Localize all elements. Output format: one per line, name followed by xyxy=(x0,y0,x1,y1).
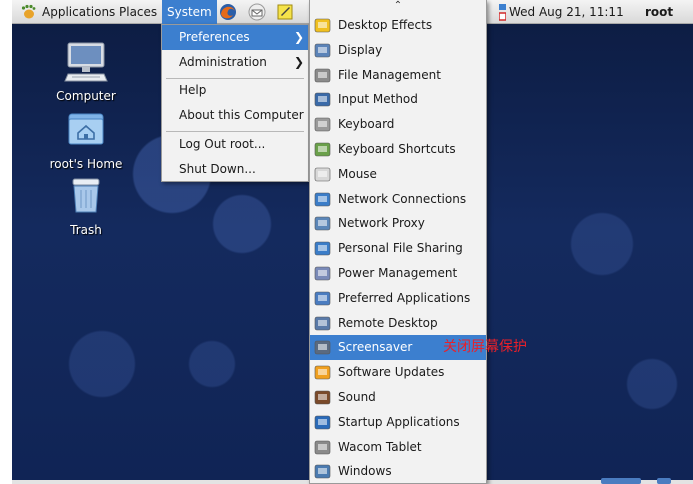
menu-item-input-method[interactable]: Input Method xyxy=(310,87,486,112)
clock[interactable]: Wed Aug 21, 11:11 xyxy=(509,0,624,24)
wacom-tablet-icon xyxy=(314,440,331,454)
menu-item-label: Remote Desktop xyxy=(338,315,438,330)
menu-item-label: Wacom Tablet xyxy=(338,439,422,454)
menu-item-mouse[interactable]: Mouse xyxy=(310,162,486,187)
firefox-icon[interactable] xyxy=(219,3,237,21)
desktop-icon-computer[interactable]: Computer xyxy=(36,40,136,103)
menu-item-shutdown[interactable]: Shut Down... xyxy=(162,157,308,182)
menu-item-about[interactable]: About this Computer xyxy=(162,103,308,128)
menu-item-label: Desktop Effects xyxy=(338,18,433,32)
menu-item-label: Power Management xyxy=(338,266,458,280)
keyboard-shortcuts-icon xyxy=(314,142,331,157)
keyboard-icon xyxy=(314,117,331,132)
home-folder-icon xyxy=(68,113,104,145)
windows-icon xyxy=(314,465,331,479)
menu-item-file-management[interactable]: File Management xyxy=(310,63,486,88)
menu-item-label: Mouse xyxy=(338,166,377,181)
system-menu[interactable]: System xyxy=(162,0,217,24)
menu-item-label: Screensaver xyxy=(338,340,413,355)
screensaver-icon xyxy=(314,341,331,355)
menu-item-label: File Management xyxy=(338,67,441,82)
network-proxy-icon xyxy=(314,217,331,231)
network-connections-icon xyxy=(314,192,331,206)
menu-item-label: Network Proxy xyxy=(338,216,425,231)
menu-item-label: Personal File Sharing xyxy=(338,241,463,256)
menu-item-startup-applications[interactable]: Startup Applications xyxy=(310,410,486,435)
places-menu[interactable]: Places xyxy=(119,0,157,24)
annotation-text: 关闭屏幕保护 xyxy=(443,339,527,355)
menu-item-label: Administration xyxy=(179,55,267,69)
applications-menu[interactable]: Applications xyxy=(42,0,115,24)
desktop-icon-label: root's Home xyxy=(49,157,123,171)
system-dropdown: Preferences ❯ Administration ❯ Help Abou… xyxy=(161,24,309,182)
menu-item-help[interactable]: Help xyxy=(162,78,308,103)
menu-item-software-updates[interactable]: Software Updates xyxy=(310,360,486,385)
menu-item-personal-file-sharing[interactable]: Personal File Sharing xyxy=(310,236,486,261)
menu-item-power-management[interactable]: Power Management xyxy=(310,261,486,286)
network-status-icon[interactable] xyxy=(499,3,506,21)
menu-item-preferences[interactable]: Preferences ❯ xyxy=(162,25,308,50)
bottom-panel-applet[interactable] xyxy=(601,478,641,484)
remote-desktop-icon xyxy=(314,316,331,330)
screen: Computer root's Home Trash Applications … xyxy=(0,0,693,484)
desktop-icon-trash[interactable]: Trash xyxy=(36,174,136,237)
menu-item-label: Sound xyxy=(338,390,376,404)
menu-item-keyboard[interactable]: Keyboard xyxy=(310,112,486,137)
menu-item-wacom-tablet[interactable]: Wacom Tablet xyxy=(310,435,486,460)
preferred-applications-icon xyxy=(314,291,331,306)
menu-item-label: Keyboard Shortcuts xyxy=(338,142,456,156)
gnome-foot-icon xyxy=(21,4,36,19)
mail-icon[interactable] xyxy=(248,3,266,21)
computer-icon xyxy=(64,42,108,82)
menu-item-label: Preferred Applications xyxy=(338,290,471,305)
input-method-icon xyxy=(314,93,331,107)
menu-item-administration[interactable]: Administration ❯ xyxy=(162,50,308,75)
desktop-icon-label: Computer xyxy=(56,89,116,103)
menu-item-network-proxy[interactable]: Network Proxy xyxy=(310,211,486,236)
sound-icon xyxy=(314,390,331,405)
menu-item-keyboard-shortcuts[interactable]: Keyboard Shortcuts xyxy=(310,137,486,162)
user-menu[interactable]: root xyxy=(645,0,673,24)
menu-item-logout[interactable]: Log Out root... xyxy=(162,132,308,157)
submenu-arrow-icon: ❯ xyxy=(293,30,304,44)
menu-item-desktop-effects[interactable]: Desktop Effects xyxy=(310,13,486,38)
menu-item-remote-desktop[interactable]: Remote Desktop xyxy=(310,311,486,336)
menu-item-sound[interactable]: Sound xyxy=(310,385,486,410)
desktop-effects-icon xyxy=(314,18,331,33)
file-management-icon xyxy=(314,68,331,82)
startup-applications-icon xyxy=(314,415,331,430)
menu-item-label: Windows xyxy=(338,464,392,479)
desktop-icon-label: Trash xyxy=(70,223,102,237)
bottom-panel-applet[interactable] xyxy=(657,478,671,484)
file-sharing-icon xyxy=(314,241,331,256)
menu-item-label: Network Connections xyxy=(338,191,467,206)
menu-item-display[interactable]: Display xyxy=(310,38,486,63)
menu-item-label: Keyboard xyxy=(338,117,395,132)
software-updates-icon xyxy=(314,365,331,380)
menu-item-label: Display xyxy=(338,42,383,57)
notes-icon[interactable] xyxy=(276,3,294,21)
menu-item-network-connections[interactable]: Network Connections xyxy=(310,187,486,212)
mouse-icon xyxy=(314,167,331,182)
power-management-icon xyxy=(314,266,331,281)
desktop-icon-home[interactable]: root's Home xyxy=(36,108,136,171)
menu-item-label: Preferences xyxy=(179,30,250,44)
display-icon xyxy=(314,43,331,58)
menu-item-windows[interactable]: Windows xyxy=(310,459,486,483)
menu-item-label: Startup Applications xyxy=(338,414,460,429)
preferences-submenu: ⌃ Desktop Effects Display File Management I… xyxy=(309,0,487,484)
submenu-arrow-icon: ❯ xyxy=(293,55,304,69)
menu-item-label: Input Method xyxy=(338,92,418,107)
trash-icon xyxy=(72,178,100,213)
menu-item-preferred-applications[interactable]: Preferred Applications xyxy=(310,286,486,311)
menu-item-label: Software Updates xyxy=(338,365,445,380)
scroll-up-arrow-icon[interactable]: ⌃ xyxy=(310,0,486,13)
